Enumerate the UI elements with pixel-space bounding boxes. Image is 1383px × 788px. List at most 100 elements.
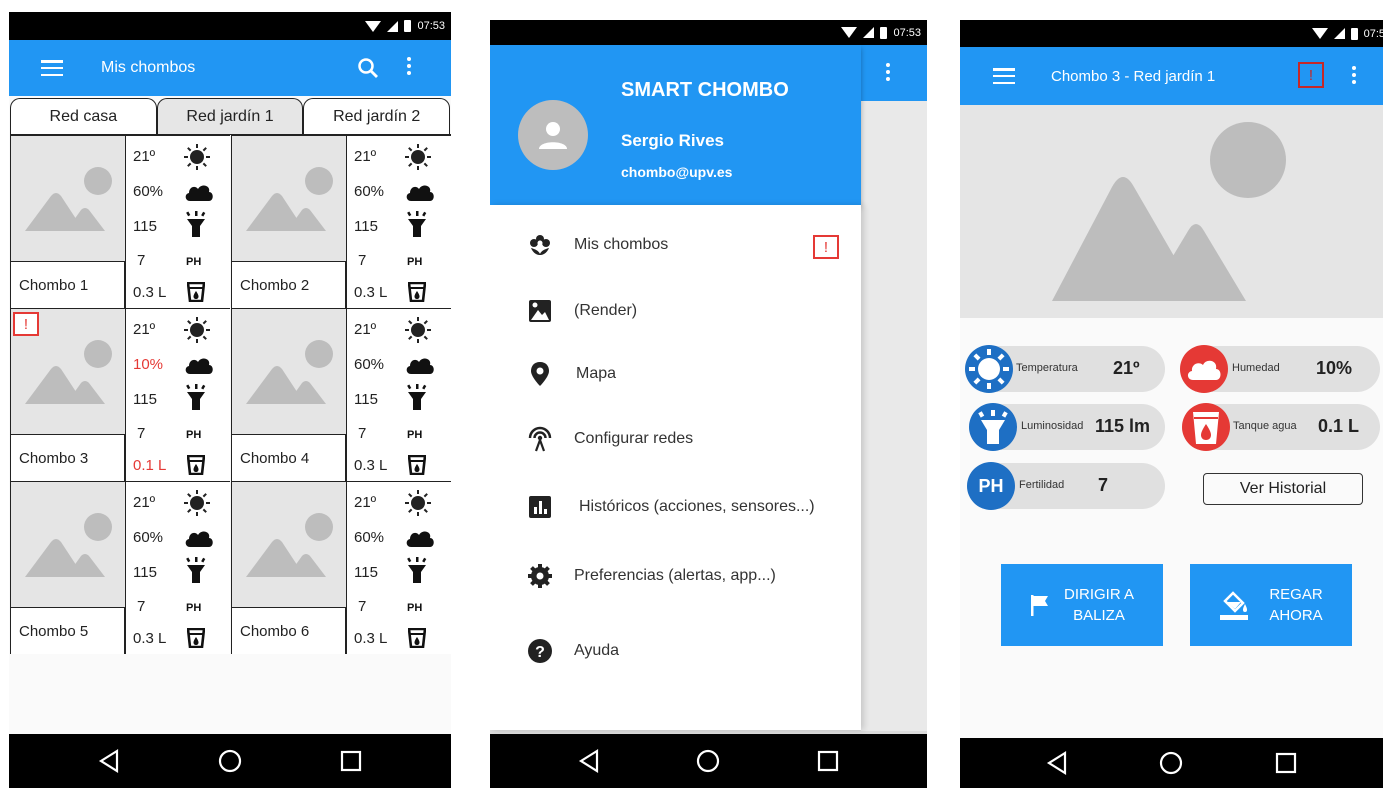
plant-photo-placeholder xyxy=(960,105,1383,318)
more-options-icon[interactable] xyxy=(1349,66,1359,84)
ph-value: 7 xyxy=(137,252,146,269)
status-bar: 07:53 xyxy=(9,12,451,40)
home-icon[interactable] xyxy=(218,749,242,773)
menu-item-preferencias[interactable]: Preferencias (alertas, app...) xyxy=(526,562,776,590)
status-time: 07:53 xyxy=(417,20,445,32)
luminosity-value: 115 xyxy=(354,564,378,581)
tab-red-jardin-1[interactable]: Red jardín 1 xyxy=(156,98,304,134)
sensor-temperature: Temperatura 21º xyxy=(965,345,1165,393)
chombo-card[interactable]: Chombo 3 21º 10% 115 7 PH 0.1 L! xyxy=(10,308,230,481)
water-now-button[interactable]: REGAR AHORA xyxy=(1190,564,1352,646)
ph-value: 7 xyxy=(358,252,367,269)
paint-bucket-icon xyxy=(1220,591,1249,620)
water-tank-icon xyxy=(186,454,206,480)
back-icon[interactable] xyxy=(98,749,120,773)
temperature-value: 21º xyxy=(354,321,377,338)
alert-badge[interactable]: ! xyxy=(813,235,839,259)
flashlight-icon xyxy=(405,556,429,589)
wifi-icon xyxy=(365,20,382,32)
avatar[interactable] xyxy=(518,100,588,170)
back-icon[interactable] xyxy=(1046,751,1068,775)
sun-icon xyxy=(405,317,431,348)
menu-icon[interactable] xyxy=(41,60,63,76)
menu-item-configurar-redes[interactable]: Configurar redes xyxy=(526,425,693,453)
back-icon[interactable] xyxy=(578,749,600,773)
image-placeholder-icon xyxy=(1052,122,1286,301)
system-nav-bar xyxy=(960,738,1383,788)
temperature-value: 21º xyxy=(133,148,156,165)
user-name: Sergio Rives xyxy=(621,131,724,150)
menu-label: Ayuda xyxy=(574,642,620,659)
ph-icon: PH xyxy=(186,602,202,614)
chombo-card[interactable]: Chombo 5 21º 60% 115 7 PH 0.3 L xyxy=(10,481,230,654)
water-tank-icon xyxy=(407,281,427,307)
alert-badge[interactable]: ! xyxy=(13,312,39,336)
chombo-card[interactable]: Chombo 6 21º 60% 115 7 PH 0.3 L xyxy=(231,481,451,654)
network-tabs: Red casa Red jardín 1 Red jardín 2 xyxy=(10,98,451,134)
water-label-line1: REGAR xyxy=(1269,586,1323,603)
temperature-value: 21º xyxy=(354,148,377,165)
chombo-name: Chombo 2 xyxy=(232,261,346,308)
system-nav-bar xyxy=(490,734,927,788)
plant-photo-placeholder xyxy=(232,309,346,434)
menu-item-historicos[interactable]: Históricos (acciones, sensores...) xyxy=(526,493,815,521)
tab-red-jardin-2[interactable]: Red jardín 2 xyxy=(303,98,451,134)
ph-icon: PH xyxy=(407,256,423,268)
home-icon[interactable] xyxy=(1159,751,1183,775)
more-options-icon[interactable] xyxy=(404,57,414,75)
chombo-name: Chombo 1 xyxy=(11,261,125,308)
plant-photo-placeholder xyxy=(232,136,346,261)
beacon-label: DIRIGIR A BALIZA xyxy=(1064,584,1134,626)
chombo-card[interactable]: Chombo 1 21º 60% 115 7 PH 0.3 L xyxy=(10,135,230,308)
ph-badge-text: PH xyxy=(978,475,1004,496)
sensor-readings: 21º 60% 115 7 PH 0.3 L xyxy=(346,309,451,481)
recents-icon[interactable] xyxy=(340,750,362,772)
app-name: SMART CHOMBO xyxy=(621,79,789,101)
page-title: Mis chombos xyxy=(101,59,196,76)
ph-icon: PH xyxy=(967,462,1015,510)
tab-red-casa[interactable]: Red casa xyxy=(10,98,157,134)
chombo-card[interactable]: Chombo 2 21º 60% 115 7 PH 0.3 L xyxy=(231,135,451,308)
app-bar-behind xyxy=(861,45,927,101)
water-label-line2: AHORA xyxy=(1269,607,1323,624)
sun-icon xyxy=(965,345,1013,393)
sun-icon xyxy=(405,490,431,521)
menu-item-render[interactable]: (Render) xyxy=(526,297,637,325)
app-bar: Chombo 3 - Red jardín 1 ! xyxy=(960,47,1383,105)
menu-item-mapa[interactable]: Mapa xyxy=(526,360,616,388)
alert-badge[interactable]: ! xyxy=(1298,62,1324,88)
ph-value: 7 xyxy=(358,598,367,615)
recents-icon[interactable] xyxy=(1275,752,1297,774)
antenna-icon xyxy=(526,425,554,453)
drawer-header: SMART CHOMBO Sergio Rives chombo@upv.es xyxy=(490,45,861,205)
menu-label: Configurar redes xyxy=(574,430,694,447)
luminosity-value: 115 xyxy=(133,391,157,408)
more-options-icon[interactable] xyxy=(883,63,893,81)
search-icon[interactable] xyxy=(357,57,379,79)
home-icon[interactable] xyxy=(696,749,720,773)
plant-photo-placeholder xyxy=(11,482,125,607)
water-tank-value: 0.1 L xyxy=(1318,416,1360,436)
chombo-card[interactable]: Chombo 4 21º 60% 115 7 PH 0.3 L xyxy=(231,308,451,481)
chombo-name: Chombo 3 xyxy=(11,434,125,481)
humidity-value: 60% xyxy=(354,529,385,546)
menu-item-mis-chombos[interactable]: Mis chombos xyxy=(526,231,668,259)
chombo-grid: Chombo 1 21º 60% 115 7 PH 0.3 L Chombo 2 21º 60% 1… xyxy=(10,134,451,654)
temperature-value: 21º xyxy=(354,494,377,511)
water-tank-icon xyxy=(186,281,206,307)
ph-value: 7 xyxy=(358,425,367,442)
water-tank-value: 0.3 L xyxy=(133,284,167,301)
recents-icon[interactable] xyxy=(817,750,839,772)
ph-icon: PH xyxy=(407,429,423,441)
history-button[interactable]: Ver Historial xyxy=(1203,473,1363,505)
wifi-icon xyxy=(1311,28,1328,39)
menu-item-ayuda[interactable]: ? Ayuda xyxy=(526,637,619,665)
go-to-beacon-button[interactable]: DIRIGIR A BALIZA xyxy=(1001,564,1163,646)
map-pin-icon xyxy=(526,360,554,388)
menu-label: Preferencias (alertas, app...) xyxy=(574,567,776,584)
water-tank-value: 0.1 L xyxy=(133,457,167,474)
menu-icon[interactable] xyxy=(993,68,1015,84)
menu-label: Históricos (acciones, sensores...) xyxy=(579,498,815,515)
temperature-value: 21º xyxy=(133,321,156,338)
phone-screen-detail: 07:5 Chombo 3 - Red jardín 1 ! Temperatu… xyxy=(960,20,1383,788)
